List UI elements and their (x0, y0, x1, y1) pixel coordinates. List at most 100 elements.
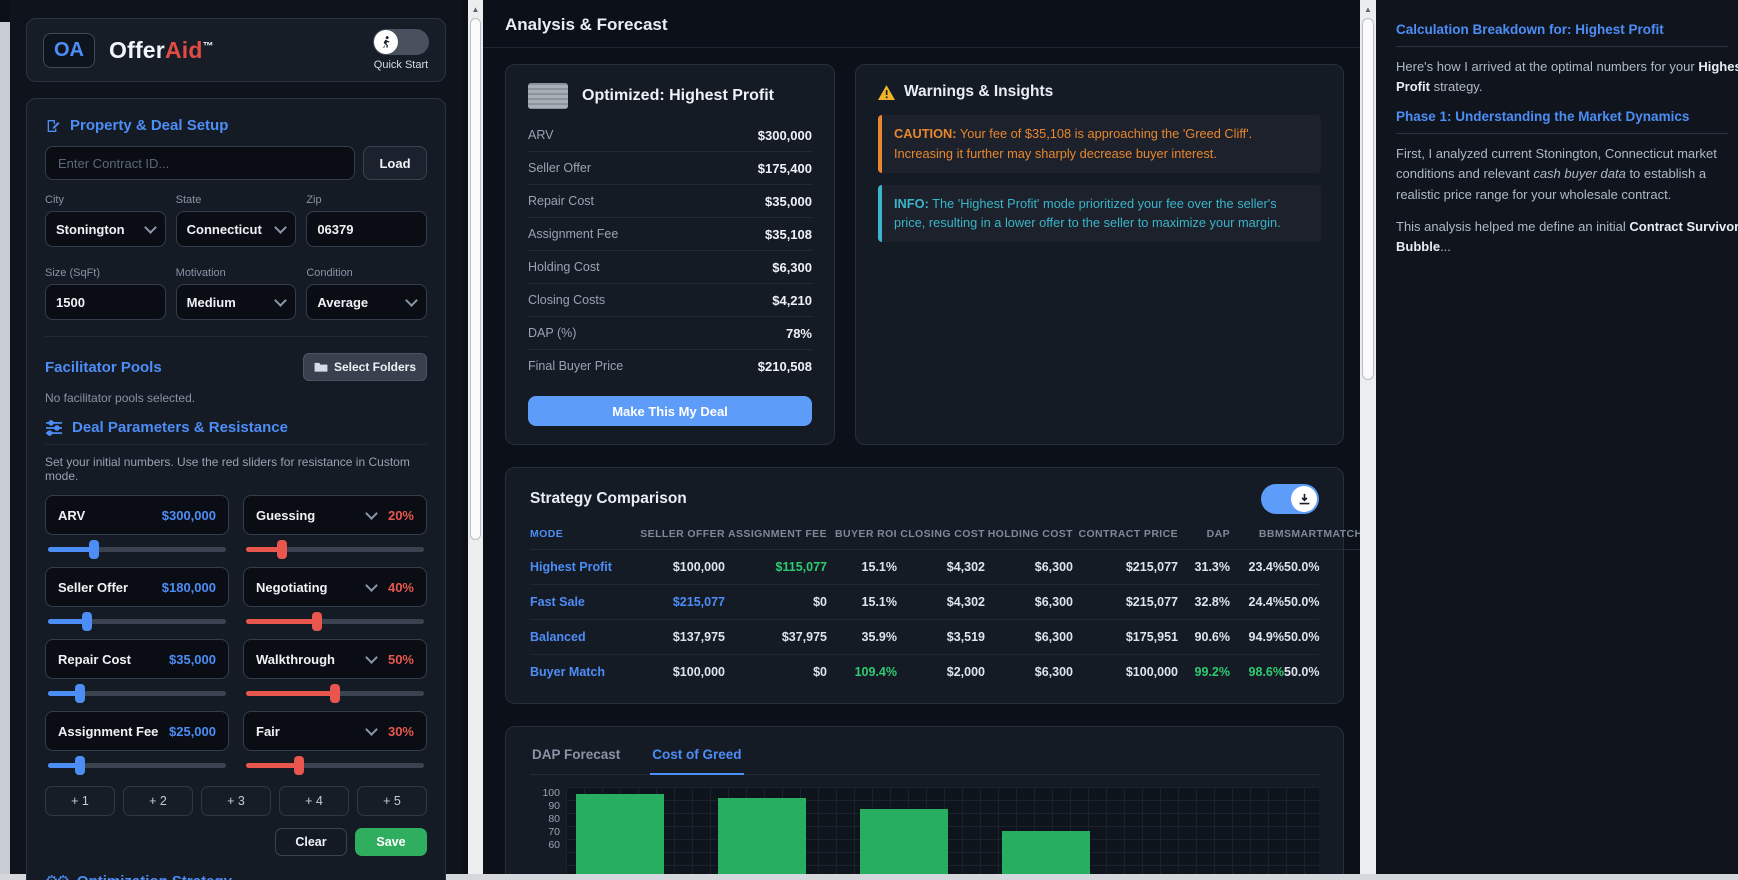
table-mode-link[interactable]: Balanced (530, 620, 630, 655)
divider (45, 336, 427, 337)
deal-param-box[interactable]: ARV $300,000 (45, 495, 229, 535)
contract-id-input[interactable] (45, 146, 355, 180)
increment-button[interactable]: + 5 (357, 786, 427, 816)
resistance-param-slider[interactable] (246, 540, 424, 559)
increment-button[interactable]: + 1 (45, 786, 115, 816)
table-cell: $6,300 (985, 550, 1073, 585)
table-cell: $6,300 (1034, 665, 1073, 679)
scrollbar-thumb[interactable] (470, 18, 481, 540)
table-cell: $0 (813, 665, 827, 679)
table-header-contract-price: CONTRACT PRICE (1073, 514, 1178, 550)
deal-param-slider[interactable] (48, 540, 226, 559)
breakdown-text-segment: This analysis helped me define an initia… (1396, 218, 1630, 234)
breakdown-heading: Calculation Breakdown for: Highest Profi… (1396, 22, 1664, 37)
warnings-card: Warnings & Insights CAUTION: Your fee of… (855, 64, 1344, 445)
deal-param-slider[interactable] (48, 612, 226, 631)
table-mode-link[interactable]: Highest Profit (530, 550, 630, 585)
optimized-row: Holding Cost $6,300 (528, 251, 812, 284)
select-folders-label: Select Folders (333, 360, 416, 374)
scrollbar-up-arrow-icon[interactable]: ▲ (468, 0, 483, 14)
slider-thumb[interactable] (330, 684, 340, 703)
breakdown-section: Phase 1: Understanding the Market Dynami… (1396, 109, 1738, 257)
parameter-row: ARV $300,000 Guessing 20% (45, 495, 427, 559)
optimized-row-label: Assignment Fee (528, 227, 619, 241)
resistance-param-box[interactable]: Guessing 20% (243, 495, 427, 535)
select-folders-button[interactable]: Select Folders (302, 353, 427, 381)
zip-input[interactable]: 06379 (306, 211, 427, 247)
deal-param-value: $180,000 (161, 579, 216, 595)
load-button[interactable]: Load (363, 146, 427, 180)
increment-button[interactable]: + 2 (123, 786, 193, 816)
breakdown-text-segment: cash buyer data (1533, 166, 1626, 182)
resistance-param-label: Negotiating (256, 579, 328, 595)
resistance-param-box[interactable]: Negotiating 40% (243, 567, 427, 607)
motivation-label: Motivation (175, 267, 226, 279)
slider-thumb[interactable] (75, 756, 86, 775)
slider-thumb[interactable] (294, 756, 305, 775)
deal-param-value: $25,000 (169, 723, 216, 739)
brand-offer: Offer (109, 36, 165, 63)
table-mode-link[interactable]: Buyer Match (530, 655, 630, 689)
resistance-param-slider[interactable] (246, 684, 424, 703)
deal-param-box[interactable]: Assignment Fee $25,000 (45, 711, 229, 751)
left-sidebar: OA OfferAid™ Quick Start Property & Deal… (10, 0, 462, 880)
clear-button[interactable]: Clear (275, 828, 347, 856)
motivation-select[interactable]: Medium (175, 284, 297, 320)
table-cell: $6,300 (985, 585, 1073, 620)
deal-param-slider[interactable] (48, 684, 226, 703)
deal-param-box[interactable]: Repair Cost $35,000 (45, 639, 229, 679)
deal-param-label: Seller Offer (58, 579, 129, 595)
slider-thumb[interactable] (312, 612, 323, 631)
optimized-row-label: Holding Cost (528, 260, 600, 274)
slider-fill (246, 691, 335, 696)
tab-cost-of-greed[interactable]: Cost of Greed (650, 741, 744, 775)
table-header-holding-cost: HOLDING COST (985, 514, 1073, 550)
window-left-scrollbar[interactable] (0, 22, 10, 874)
brand-aid: Aid (164, 36, 203, 63)
tab-dap-forecast[interactable]: DAP Forecast (530, 741, 622, 774)
chart-bar (1002, 830, 1090, 874)
comparison-toggle[interactable] (1261, 484, 1319, 514)
slider-thumb[interactable] (75, 684, 86, 703)
table-cell: $100,000 (630, 550, 725, 585)
resistance-param-slider[interactable] (246, 612, 424, 631)
make-this-my-deal-button[interactable]: Make This My Deal (528, 396, 812, 426)
quick-start-toggle[interactable] (373, 29, 429, 55)
chevron-down-icon (365, 579, 378, 592)
analysis-scrollbar[interactable]: ▲ (1360, 0, 1376, 874)
resistance-param-slider[interactable] (246, 756, 424, 775)
zip-value: 06379 (317, 221, 354, 237)
slider-thumb[interactable] (276, 540, 287, 559)
deal-param-box[interactable]: Seller Offer $180,000 (45, 567, 229, 607)
warning-triangle-icon (878, 84, 895, 100)
gears-icon: ⚙⚙ (45, 872, 70, 880)
quick-start-label: Quick Start (373, 59, 429, 71)
strategy-thumbnail-image (528, 83, 568, 109)
increment-button[interactable]: + 3 (201, 786, 271, 816)
chevron-down-icon[interactable] (407, 873, 424, 880)
strategy-comparison-title: Strategy Comparison (530, 490, 687, 507)
slider-thumb[interactable] (89, 540, 100, 559)
state-select[interactable]: Connecticut (175, 211, 297, 247)
condition-select[interactable]: Average (306, 284, 427, 320)
save-button[interactable]: Save (355, 828, 427, 856)
info-label: INFO: (894, 195, 929, 211)
resistance-param-box[interactable]: Walkthrough 50% (243, 639, 427, 679)
increment-button[interactable]: + 4 (279, 786, 349, 816)
scrollbar-thumb[interactable] (1362, 18, 1374, 380)
optimization-section-title: Optimization Strategy (77, 873, 232, 880)
table-header-smartmatch: SMARTMATCH (1284, 514, 1360, 550)
city-select[interactable]: Stonington (45, 211, 166, 247)
city-label: City (45, 194, 64, 206)
slider-thumb[interactable] (82, 612, 93, 631)
deal-parameter: Assignment Fee $25,000 (45, 711, 229, 775)
deal-param-slider[interactable] (48, 756, 226, 775)
folder-icon (314, 362, 328, 372)
scrollbar-up-arrow-icon[interactable]: ▲ (1360, 0, 1376, 14)
breakdown-text-segment: ... (1440, 238, 1451, 254)
sidebar-scrollbar[interactable]: ▲ (468, 0, 483, 874)
size-input[interactable]: 1500 (45, 284, 166, 320)
table-mode-link[interactable]: Fast Sale (530, 585, 630, 620)
warnings-title: Warnings & Insights (904, 83, 1054, 100)
resistance-param-box[interactable]: Fair 30% (243, 711, 427, 751)
